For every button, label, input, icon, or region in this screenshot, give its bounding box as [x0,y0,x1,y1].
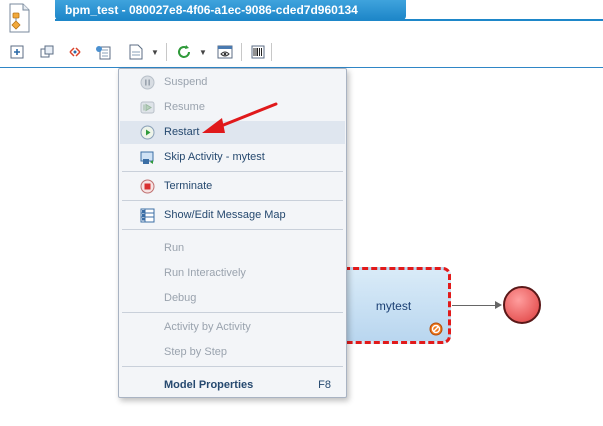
message-map-icon [140,208,155,223]
menu-item-label: Restart [164,126,200,138]
refresh-dropdown-chevron-icon[interactable]: ▼ [199,49,207,57]
menu-separator [122,366,343,367]
preview-icon[interactable] [216,43,234,61]
activity-label: mytest [375,299,412,313]
process-tab[interactable]: bpm_test - 080027e8-4f06-a1ec-9086-cded7… [55,0,406,20]
title-bar: bpm_test - 080027e8-4f06-a1ec-9086-cded7… [0,0,603,36]
menu-item-label: Activity by Activity [164,321,251,333]
menu-separator [122,229,343,230]
sequence-flow[interactable] [452,305,497,306]
menu-item-label: Run Interactively [164,267,246,279]
menu-item-label: Terminate [164,180,213,192]
error-badge-icon [429,322,443,336]
menu-item-label: Run [164,242,185,254]
toolbar-divider [271,43,272,61]
menu-item-activity-by-activity: Activity by Activity [120,316,345,339]
menu-item-label: Skip Activity - mytest [164,151,265,163]
document-dropdown-chevron-icon[interactable]: ▼ [151,49,159,57]
document-icon[interactable] [127,43,145,61]
resume-icon [140,100,155,115]
menu-item-label: Model Properties [164,379,254,391]
add-node-icon[interactable] [8,43,26,61]
stop-icon [140,179,155,194]
play-icon [140,125,155,140]
menu-item-label: Debug [164,292,197,304]
skip-activity-icon [140,150,155,165]
menu-item-debug: Debug [120,287,345,310]
toolbar-divider [166,43,167,61]
barcode-icon[interactable] [249,43,267,61]
menu-item-suspend: Suspend [120,71,345,94]
sequence-flow-arrow-icon [495,301,502,309]
menu-item-terminate[interactable]: Terminate [120,175,345,198]
properties-icon[interactable] [94,43,112,61]
refresh-icon[interactable] [175,43,193,61]
toolbar-divider [241,43,242,61]
tab-underline [55,19,603,21]
end-event[interactable] [503,286,541,324]
link-icon[interactable] [66,43,84,61]
shortcut-label: F8 [318,379,331,391]
menu-separator [122,200,343,201]
pause-icon [140,75,155,90]
menu-item-skip-activity[interactable]: Skip Activity - mytest [120,146,345,169]
menu-item-step-by-step: Step by Step [120,341,345,364]
toolbar: ▼ ▼ [0,40,603,64]
menu-item-label: Step by Step [164,346,227,358]
menu-separator [122,171,343,172]
menu-item-model-properties[interactable]: Model Properties F8 [120,374,345,397]
annotation-arrow-icon [198,100,283,140]
activity-node[interactable]: mytest [336,267,451,344]
copy-icon[interactable] [38,43,56,61]
menu-item-run-interactively: Run Interactively [120,262,345,285]
menu-item-show-edit-message-map[interactable]: Show/Edit Message Map [120,204,345,227]
menu-item-label: Suspend [164,76,208,88]
menu-item-label: Show/Edit Message Map [164,209,286,221]
menu-separator [122,312,343,313]
process-document-icon [4,3,34,33]
menu-item-run: Run [120,237,345,260]
